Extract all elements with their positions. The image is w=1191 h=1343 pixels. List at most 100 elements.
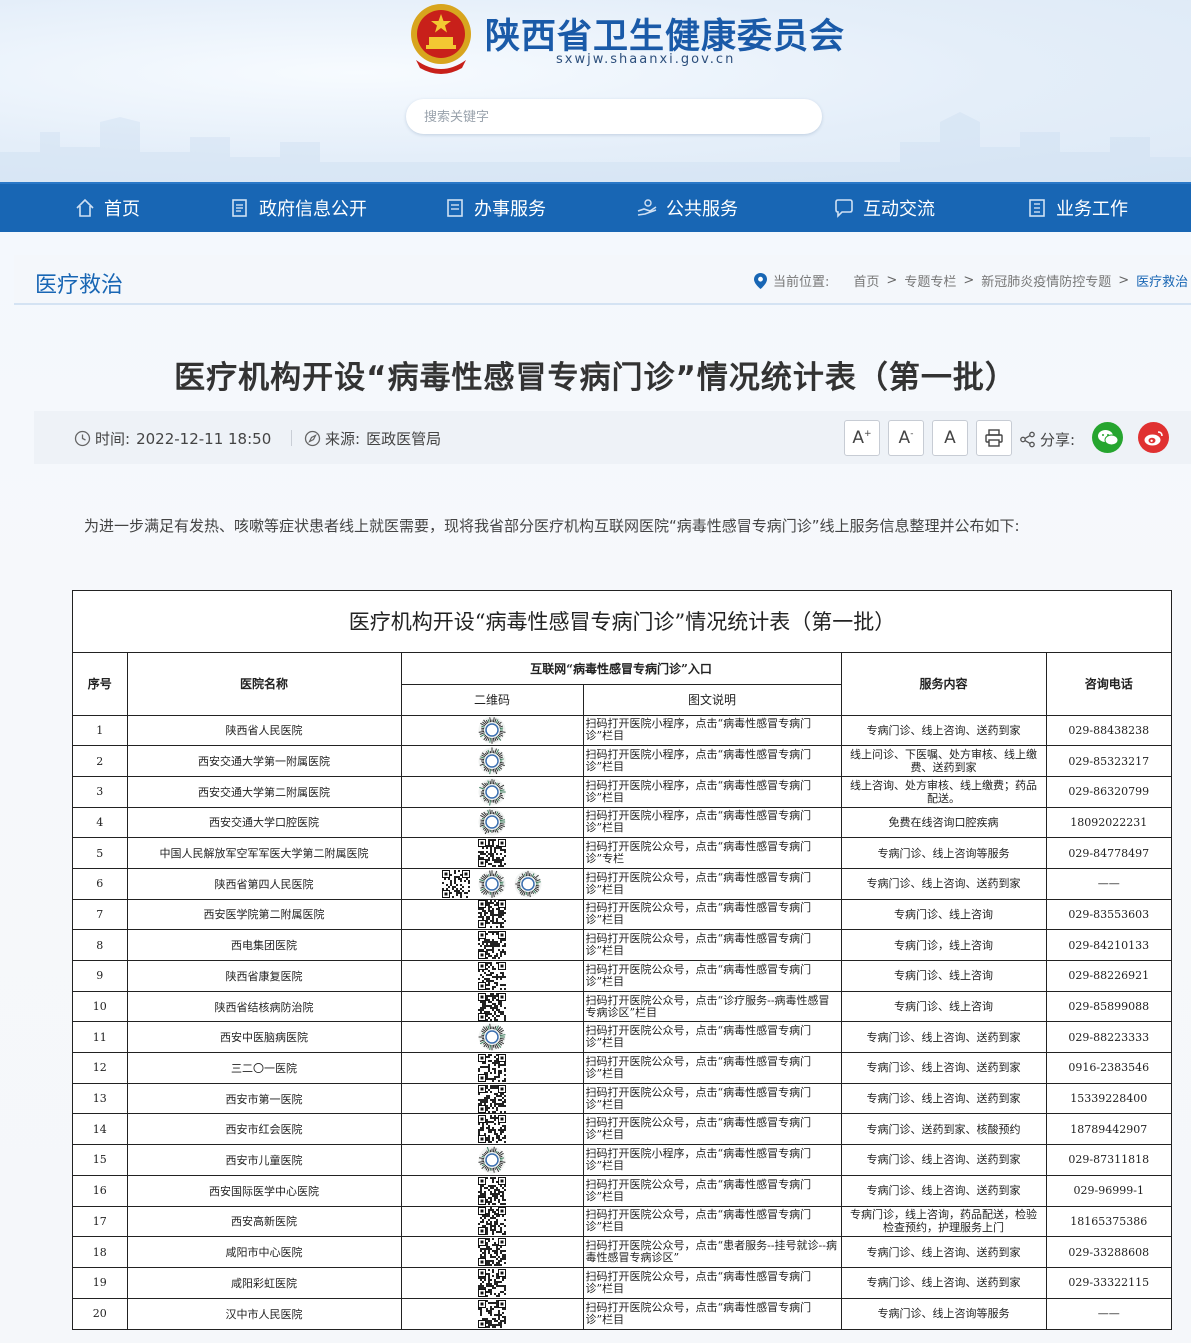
cell-no: 18	[73, 1236, 128, 1268]
table-row: 12 三二〇一医院 扫码打开医院公众号，点击“病毒性感冒专病门诊”栏目 专病门诊、线上…	[73, 1052, 1171, 1084]
cell-qr	[400, 775, 584, 808]
cell-no: 5	[73, 837, 128, 869]
cell-hospital-name: 陕西省第四人民医院	[126, 867, 402, 900]
article-title: 医疗机构开设“病毒性感冒专病门诊”情况统计表（第一批）	[174, 360, 1017, 396]
cell-desc: 扫码打开医院公众号，点击“病毒性感冒专病门诊”专栏	[582, 837, 842, 869]
table-row: 1 陕西省人民医院 扫码打开医院小程序，点击“病毒性感冒专病门诊”栏目 专病门诊、线上…	[73, 714, 1171, 747]
breadcrumb: 当前位置: 首页 > 专题专栏 > 新冠肺炎疫情防控专题 > 医疗救治	[754, 271, 1188, 290]
qr-code-group	[402, 1053, 582, 1082]
cell-hospital-name: 陕西省康复医院	[126, 960, 402, 992]
nav-item-gov-info[interactable]: 政府信息公开	[229, 184, 367, 232]
cell-qr	[400, 1052, 584, 1084]
clock-icon	[74, 430, 91, 447]
breadcrumb-covid-topic[interactable]: 新冠肺炎疫情防控专题	[981, 271, 1111, 290]
qr-code-icon	[478, 1115, 506, 1144]
cell-no: 10	[73, 990, 128, 1023]
cell-phone: 15339228400	[1045, 1082, 1171, 1115]
mini-program-code-icon	[478, 747, 506, 775]
cell-no: 4	[73, 806, 128, 839]
hand-service-icon	[637, 199, 657, 216]
qr-code-icon	[478, 961, 506, 990]
cell-phone: 029-88226921	[1045, 960, 1171, 992]
qr-code-group	[402, 992, 582, 1021]
nav-item-public-services[interactable]: 公共服务	[636, 184, 738, 232]
form-icon	[447, 199, 463, 217]
share-weibo-button[interactable]	[1138, 422, 1169, 453]
table-row: 10 陕西省结核病防治院 扫码打开医院公众号，点击“诊疗服务--病毒性感冒专病诊区”…	[73, 990, 1171, 1023]
cell-desc: 扫码打开医院公众号，点击“病毒性感冒专病门诊”栏目	[582, 898, 842, 931]
article-source: 来源: 医政医管局	[304, 428, 441, 449]
cell-qr	[400, 1297, 584, 1329]
cell-desc: 扫码打开医院公众号，点击“病毒性感冒专病门诊”栏目	[582, 1297, 842, 1329]
nav-item-home[interactable]: 首页	[74, 184, 140, 232]
breadcrumb-topics[interactable]: 专题专栏	[904, 271, 956, 290]
font-increase-button[interactable]: A +	[844, 420, 880, 456]
breadcrumb-home[interactable]: 首页	[853, 271, 879, 290]
cell-service: 专病门诊，线上咨询，药品配送，检验检查预约，护理服务上门	[840, 1205, 1047, 1238]
qr-code-group	[402, 747, 582, 775]
cell-hospital-name: 西安国际医学中心医院	[126, 1174, 402, 1207]
nav-item-label: 首页	[104, 199, 140, 220]
cell-hospital-name: 西安交通大学口腔医院	[126, 806, 402, 839]
cell-service: 专病门诊、线上咨询、送药到家	[840, 1052, 1047, 1084]
cell-hospital-name: 西安中医脑病医院	[126, 1021, 402, 1054]
header-hospital-name: 医院名称	[126, 653, 402, 716]
qr-code-icon	[478, 1176, 506, 1205]
source-label: 来源:	[325, 430, 361, 448]
cell-phone: 029-85899088	[1045, 990, 1171, 1023]
qr-code-icon	[478, 1084, 506, 1113]
qr-code-group	[402, 1299, 582, 1328]
cell-phone: 029-87311818	[1045, 1144, 1171, 1176]
share-wechat-button[interactable]	[1092, 422, 1123, 453]
cell-no: 16	[73, 1174, 128, 1207]
nav-item-business[interactable]: 业务工作	[1026, 184, 1128, 232]
cell-no: 13	[73, 1082, 128, 1115]
cell-no: 7	[73, 898, 128, 931]
table-row: 4 西安交通大学口腔医院 扫码打开医院小程序，点击“病毒性感冒专病门诊”栏目 免费在线…	[73, 806, 1171, 839]
font-reset-button[interactable]: A	[932, 420, 968, 456]
header-qr: 二维码	[401, 683, 584, 716]
breadcrumb-current[interactable]: 医疗救治	[1136, 271, 1188, 290]
meta-divider	[291, 430, 292, 446]
cell-service: 专病门诊、线上咨询、送药到家	[840, 1266, 1047, 1299]
cell-service: 专病门诊、线上咨询、送药到家	[840, 1236, 1047, 1268]
cell-phone: 18165375386	[1045, 1205, 1171, 1238]
cell-service: 线上问诊、下医嘱、处方审核、线上缴费、送药到家	[840, 745, 1047, 777]
breadcrumb-separator: >	[963, 273, 975, 288]
cell-desc: 扫码打开医院小程序，点击“病毒性感冒专病门诊”栏目	[582, 714, 842, 747]
font-decrease-button[interactable]: A-	[888, 420, 924, 456]
cell-hospital-name: 咸阳彩虹医院	[126, 1266, 402, 1299]
cell-service: 免费在线咨询口腔疾病	[840, 806, 1047, 839]
cell-no: 3	[73, 775, 128, 808]
cell-qr	[400, 806, 584, 839]
table-row: 17 西安高新医院 扫码打开医院公众号，点击“病毒性感冒专病门诊”栏目 专病门诊，线上…	[73, 1205, 1171, 1238]
cell-no: 11	[73, 1021, 128, 1054]
cell-qr	[400, 1113, 584, 1146]
cell-desc: 扫码打开医院小程序，点击“病毒性感冒专病门诊”栏目	[582, 806, 842, 839]
qr-code-group	[402, 1023, 582, 1051]
cell-hospital-name: 西安交通大学第一附属医院	[126, 745, 402, 777]
qr-code-icon	[478, 1207, 506, 1236]
mini-program-code-icon	[478, 808, 506, 836]
print-button[interactable]	[976, 420, 1012, 456]
qr-code-icon	[478, 839, 506, 868]
font-button-label: A	[852, 428, 865, 448]
font-button-mark: -	[910, 428, 914, 439]
cell-desc: 扫码打开医院小程序，点击“病毒性感冒专病门诊”栏目	[582, 745, 842, 777]
cell-hospital-name: 西安交通大学第二附属医院	[126, 775, 402, 808]
cell-hospital-name: 陕西省结核病防治院	[126, 990, 402, 1023]
cell-desc: 扫码打开医院公众号，点击“患者服务--挂号就诊--病毒性感冒专病诊区”	[582, 1236, 842, 1268]
cell-hospital-name: 西安市红会医院	[126, 1113, 402, 1146]
cell-no: 2	[73, 745, 128, 777]
cell-no: 12	[73, 1052, 128, 1084]
cell-service: 专病门诊、线上咨询、送药到家	[840, 1021, 1047, 1054]
nav-item-services[interactable]: 办事服务	[444, 184, 546, 232]
cell-no: 19	[73, 1266, 128, 1299]
table-row: 8 西电集团医院 扫码打开医院公众号，点击“病毒性感冒专病门诊”栏目 专病门诊，线上咨…	[73, 929, 1171, 961]
search-input[interactable]	[424, 107, 784, 127]
mini-program-code-icon	[478, 869, 506, 898]
stats-table: 序号 医院名称 互联网“病毒性感冒专病门诊”入口 服务内容 咨询电话 二维码 图…	[73, 653, 1171, 1329]
cell-no: 9	[73, 960, 128, 992]
nav-item-interaction[interactable]: 互动交流	[833, 184, 935, 232]
table-row: 11 西安中医脑病医院 扫码打开医院公众号，点击“病毒性感冒专病门诊”栏目 专病门诊、…	[73, 1021, 1171, 1054]
